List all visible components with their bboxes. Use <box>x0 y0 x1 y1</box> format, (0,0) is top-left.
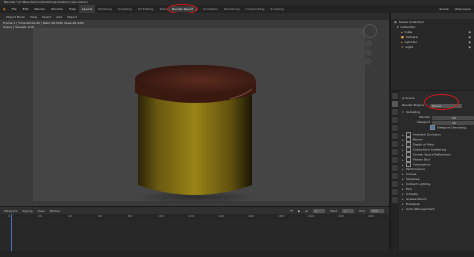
axis-gizmo-icon[interactable] <box>363 24 377 38</box>
tab-sculpting[interactable]: Sculpting <box>115 5 135 13</box>
current-frame-field[interactable]: 1 <box>312 208 325 213</box>
jump-end-icon[interactable]: ⏭ <box>305 209 308 213</box>
timeline-tick-label: 200 <box>308 214 314 218</box>
viewport-samples-field[interactable]: 16 <box>432 120 474 125</box>
particles-tab-icon[interactable] <box>392 157 398 163</box>
play-icon[interactable]: ▶ <box>298 209 300 213</box>
end-frame-label: End <box>359 208 365 213</box>
window-title: Blender* [C:\Blender\Content\Projects\st… <box>4 0 88 4</box>
start-frame-field[interactable]: 1 <box>342 208 355 213</box>
timeline-tick-label: 0 <box>8 214 10 218</box>
timeline-tick-label: 100 <box>158 214 164 218</box>
navigation-gizmo[interactable] <box>355 22 385 70</box>
menu-window[interactable]: Window <box>48 5 66 13</box>
outliner-item[interactable]: ✶ Light ◉ <box>394 45 474 50</box>
status-bar <box>0 251 474 257</box>
timeline-tick-label: 40 <box>68 214 72 218</box>
timeline-tick-label: 180 <box>278 214 284 218</box>
timeline-tick-label: 160 <box>248 214 254 218</box>
tab-modeling[interactable]: Modeling <box>95 5 115 13</box>
outliner-header <box>391 13 474 19</box>
scene-selector[interactable]: Scene <box>436 5 451 13</box>
timeline-tick-label: 60 <box>98 214 102 218</box>
pan-hand-icon[interactable] <box>365 49 372 56</box>
object-mode-dropdown[interactable]: Object Mode <box>6 15 25 19</box>
physics-tab-icon[interactable] <box>392 165 398 171</box>
constraints-tab-icon[interactable] <box>392 173 398 179</box>
timeline-keying-menu[interactable]: Keying <box>22 209 32 213</box>
add-menu[interactable]: Add <box>56 15 62 19</box>
object-menu[interactable]: Object <box>67 15 77 19</box>
menu-help[interactable]: Help <box>66 5 79 13</box>
render-samples-field[interactable]: 64 <box>432 115 474 120</box>
outliner-panel: ▣ Scene Collection ▾ Collection ▴ Cube ◉… <box>390 13 474 90</box>
tab-compositing[interactable]: Compositing <box>243 5 268 13</box>
modifier-tab-icon[interactable] <box>392 149 398 155</box>
tool-tab-icon[interactable] <box>392 93 398 99</box>
tab-layout[interactable]: Layout <box>78 5 96 13</box>
view-layer-tab-icon[interactable] <box>392 117 398 123</box>
view-layer-selector[interactable]: View Layer <box>452 5 474 13</box>
timeline-tick-label: 80 <box>128 214 132 218</box>
camera-view-icon[interactable] <box>365 58 372 65</box>
menu-edit[interactable]: Edit <box>20 5 32 13</box>
top-menubar: ◉ File Edit Render Window Help Layout Mo… <box>0 5 474 13</box>
zoom-icon[interactable] <box>365 40 372 47</box>
material-tab-icon[interactable] <box>392 189 398 195</box>
light-icon: ✶ <box>401 45 404 49</box>
data-tab-icon[interactable] <box>392 181 398 187</box>
menu-file[interactable]: File <box>9 5 20 13</box>
world-tab-icon[interactable] <box>392 133 398 139</box>
menu-render[interactable]: Render <box>31 5 48 13</box>
viewport-header: Object Mode View Select Add Object <box>0 13 389 20</box>
timeline-tick-label: 140 <box>218 214 224 218</box>
properties-panel-row[interactable]: ▸ Color Management <box>400 207 474 212</box>
properties-tabs <box>391 91 399 257</box>
timeline-tick-label: 220 <box>338 214 344 218</box>
timeline-view-menu[interactable]: View <box>37 209 44 213</box>
collection-icon: ▾ <box>397 25 399 29</box>
playhead[interactable] <box>11 214 12 256</box>
tab-animation[interactable]: Animation <box>200 5 221 13</box>
properties-editor: ◈ Scene Render Engine Eevee ▾ Sampling Re… <box>390 91 474 257</box>
timeline-marker-menu[interactable]: Marker <box>50 209 60 213</box>
object-tab-icon[interactable] <box>392 141 398 147</box>
texture-tab-icon[interactable] <box>392 197 398 203</box>
end-frame-field[interactable]: 250 <box>370 208 384 213</box>
render-info-line2: Scene | Sample 1/16 <box>3 25 35 29</box>
tab-rendering[interactable]: Rendering <box>221 5 242 13</box>
start-frame-label: Start <box>329 208 338 213</box>
annotation-circle-engine <box>424 94 459 110</box>
view-menu[interactable]: View <box>30 15 37 19</box>
select-menu[interactable]: Select <box>42 15 51 19</box>
rendered-cylinder <box>133 65 257 203</box>
tab-uv-editing[interactable]: UV Editing <box>135 5 157 13</box>
scene-tab-icon[interactable] <box>392 125 398 131</box>
timeline-ruler[interactable]: 0 20 40 60 80 100 120 140 160 180 200 220 240 <box>0 214 389 220</box>
blender-logo-icon[interactable]: ◉ <box>0 5 9 13</box>
tab-scripting[interactable]: Scripting <box>267 5 286 13</box>
timeline-tick-label: 120 <box>188 214 194 218</box>
properties-body: ◈ Scene Render Engine Eevee ▾ Sampling Re… <box>400 91 474 257</box>
timeline-tick-label: 240 <box>368 214 374 218</box>
visibility-eye-icon[interactable]: ◉ <box>468 45 471 50</box>
output-tab-icon[interactable] <box>392 109 398 115</box>
timeline-editor: Playback Keying View Marker ⏮ ▶ ⏭ 1 Star… <box>0 206 389 257</box>
timeline-header: Playback Keying View Marker ⏮ ▶ ⏭ 1 Star… <box>0 207 389 214</box>
render-tab-icon[interactable] <box>392 101 398 107</box>
timeline-tick-label: 20 <box>38 214 42 218</box>
viewport-denoising-row[interactable]: Viewport Denoising <box>400 125 474 130</box>
properties-panel-list: ▸ Ambient Occlusion ▸ Bloom ▸ Depth of Field ▸… <box>400 132 474 212</box>
timeline-playback-menu[interactable]: Playback <box>4 209 17 213</box>
denoising-checkbox[interactable] <box>430 125 435 130</box>
jump-start-icon[interactable]: ⏮ <box>290 209 293 213</box>
